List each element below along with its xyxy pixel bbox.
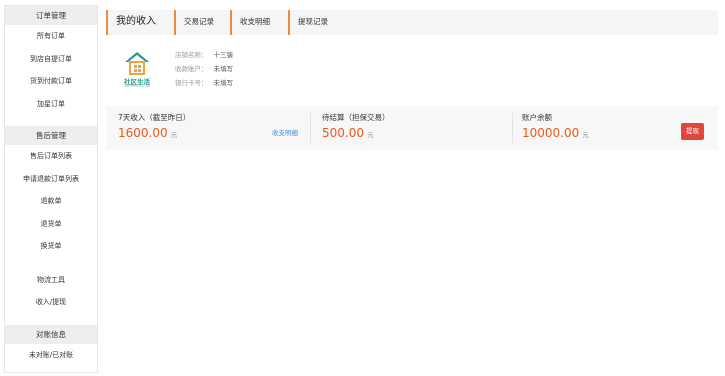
pending-label: 待结算（担保交易） <box>322 113 390 122</box>
card-label: 银行卡号： <box>175 79 208 87</box>
sidebar-group-aftersale-title: 售后管理 <box>5 126 97 145</box>
tab-bar: 我的收入 交易记录 收支明细 提现记录 <box>106 10 718 35</box>
sidebar-item-refunds[interactable]: 退款单 <box>5 190 97 213</box>
income-stats: 7天收入（截至昨日） 1600.00 元 收支明细 待结算（担保交易） 500.0… <box>106 106 718 150</box>
balance-label: 账户余额 <box>522 113 552 122</box>
balance-value: 10000.00 元 <box>522 126 589 140</box>
card-row: 银行卡号： 未填写 <box>175 76 375 90</box>
income-value: 1600.00 元 <box>118 126 177 140</box>
shop-name-row: 店铺名称： 十三猿 <box>175 48 375 62</box>
shop-name-value: 十三猿 <box>213 51 234 59</box>
shop-details: 店铺名称： 十三猿 收款账户： 未填写 银行卡号： 未填写 <box>175 48 375 90</box>
statement-link[interactable]: 收支明细 <box>272 127 298 137</box>
tab-withdraw-records[interactable]: 提现记录 <box>288 10 328 35</box>
pending-unit: 元 <box>367 131 374 139</box>
sidebar-item-reconcile[interactable]: 未对账/已对账 <box>5 344 97 367</box>
stat-divider <box>512 113 513 143</box>
shop-logo: 社区生活 Community life <box>118 48 156 94</box>
house-icon <box>125 52 149 75</box>
income-unit: 元 <box>170 131 178 139</box>
sidebar-item-returns[interactable]: 退货单 <box>5 213 97 236</box>
tab-my-income[interactable]: 我的收入 <box>106 10 156 35</box>
income-label: 7天收入（截至昨日） <box>118 113 191 122</box>
pending-amount: 500.00 <box>322 126 364 140</box>
sidebar-item-income-withdraw[interactable]: 收入/提现 <box>5 291 97 314</box>
main-panel: 我的收入 交易记录 收支明细 提现记录 社区生活 Community life <box>106 10 718 150</box>
sidebar-item-exchanges[interactable]: 换货单 <box>5 235 97 258</box>
sidebar-item-pickup-orders[interactable]: 到店自提订单 <box>5 48 97 71</box>
card-value: 未填写 <box>213 79 234 87</box>
account-row: 收款账户： 未填写 <box>175 62 375 76</box>
sidebar-item-refund-requests[interactable]: 申请退款订单列表 <box>5 168 97 191</box>
income-amount: 1600.00 <box>118 126 168 140</box>
tab-transactions[interactable]: 交易记录 <box>174 10 214 35</box>
tab-statement[interactable]: 收支明细 <box>230 10 270 35</box>
sidebar: 订单管理 所有订单 到店自提订单 货到付款订单 加星订单 售后管理 售后订单列表… <box>4 5 98 373</box>
pending-value: 500.00 元 <box>322 126 374 140</box>
page-root: 订单管理 所有订单 到店自提订单 货到付款订单 加星订单 售后管理 售后订单列表… <box>0 0 725 376</box>
sidebar-group-reconcile-title: 对账信息 <box>5 324 97 344</box>
sidebar-item-logistics[interactable]: 物流工具 <box>5 269 97 292</box>
sidebar-item-starred-orders[interactable]: 加星订单 <box>5 93 97 116</box>
account-value: 未填写 <box>213 65 234 73</box>
logo-subtitle: Community life <box>123 84 151 88</box>
withdraw-button[interactable]: 提现 <box>681 123 704 140</box>
account-label: 收款账户： <box>175 65 208 73</box>
sidebar-item-cod-orders[interactable]: 货到付款订单 <box>5 70 97 93</box>
balance-unit: 元 <box>582 131 589 139</box>
sidebar-group-orders-title: 订单管理 <box>5 6 97 25</box>
balance-amount: 10000.00 <box>522 126 580 140</box>
sidebar-item-all-orders[interactable]: 所有订单 <box>5 25 97 48</box>
sidebar-item-aftersale-list[interactable]: 售后订单列表 <box>5 145 97 168</box>
shop-name-label: 店铺名称： <box>175 51 208 59</box>
stat-divider <box>310 113 311 143</box>
